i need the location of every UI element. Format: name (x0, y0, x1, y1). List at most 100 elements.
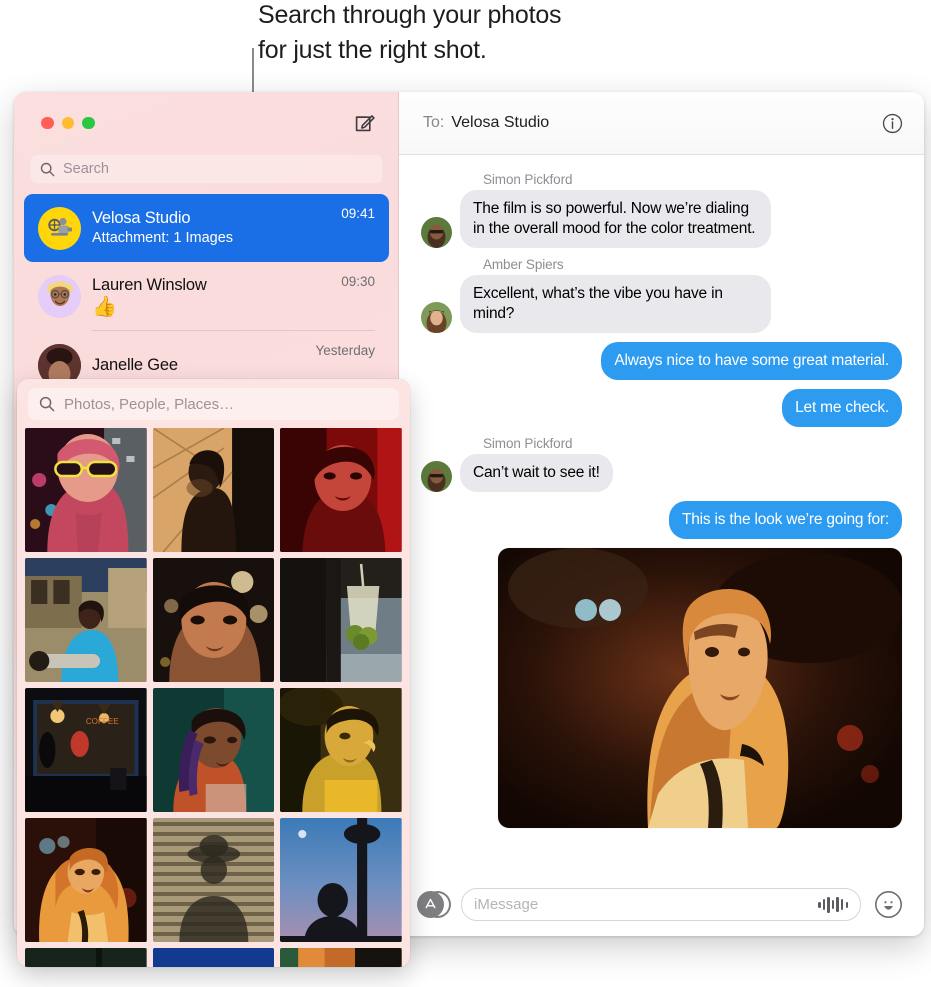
photo-cell[interactable] (152, 428, 275, 552)
message-bubble[interactable]: Can’t wait to see it! (455, 454, 613, 492)
sidebar-search-wrap: Search (14, 154, 399, 184)
avatar (421, 461, 452, 492)
info-circle-icon (882, 113, 902, 133)
callout-caption: Search through your photos for just the … (258, 0, 728, 68)
message-row-outgoing: Let me check. (421, 389, 907, 427)
recipient-name[interactable]: Velosa Studio (451, 114, 549, 132)
message-row-incoming: Excellent, what’s the vibe you have in m… (421, 275, 902, 333)
conversation-row-velosa-studio[interactable]: Velosa Studio Attachment: 1 Images 09:41 (24, 194, 389, 262)
audio-waveform-icon[interactable] (818, 896, 848, 913)
photo-cell[interactable] (25, 948, 147, 967)
message-bubble[interactable]: The film is so powerful. Now we’re diali… (455, 190, 771, 248)
message-row-outgoing: This is the look we’re going for: (421, 501, 908, 539)
silhouette-child-blue-sky (280, 818, 402, 942)
photo-cell[interactable]: COFFEE (25, 688, 147, 812)
photo-results-grid: COFFEE (17, 428, 410, 967)
photo-cell[interactable] (280, 818, 402, 942)
sidebar-toolbar (14, 92, 399, 154)
photo-cell[interactable] (152, 818, 275, 942)
conversation-time: Yesterday (315, 343, 375, 358)
conversation-text: Janelle Gee (92, 355, 304, 375)
conversation-text: Lauren Winslow 👍 (92, 275, 330, 318)
man-red-light-looking-up (280, 428, 402, 552)
message-bubble[interactable]: Excellent, what’s the vibe you have in m… (455, 275, 771, 333)
app-store-icon (417, 890, 444, 918)
woman-braids-green-wall (152, 688, 275, 812)
conversation-details-button[interactable] (880, 111, 904, 135)
conversation-row-lauren-winslow[interactable]: Lauren Winslow 👍 09:30 (24, 262, 389, 330)
conversation-thread: To: Velosa Studio Simon Pickford The fil… (399, 92, 924, 936)
film-projector-emoji (47, 217, 72, 236)
imessage-placeholder: iMessage (474, 896, 539, 913)
message-group: Amber Spiers Excellent, what’s the vibe … (421, 257, 902, 333)
imessage-input[interactable]: iMessage (461, 888, 861, 921)
conversation-list: Velosa Studio Attachment: 1 Images 09:41 (14, 184, 399, 399)
conversation-time: 09:41 (341, 206, 375, 221)
message-bubble[interactable]: This is the look we’re going for: (668, 501, 908, 539)
message-sender: Simon Pickford (483, 436, 573, 451)
message-group: Simon Pickford Can’t wait to see it! (421, 436, 902, 492)
message-bubble[interactable]: Always nice to have some great material. (601, 342, 907, 380)
conversation-name: Lauren Winslow (92, 275, 207, 294)
emoji-picker-button[interactable] (875, 891, 902, 918)
compose-new-message-button[interactable] (352, 110, 378, 136)
avatar (421, 217, 452, 248)
photo-cell[interactable] (280, 688, 402, 812)
screenshot-stage: Search through your photos for just the … (0, 0, 931, 987)
avatar (421, 302, 452, 333)
photo-cell[interactable] (25, 558, 147, 682)
search-magnifier-icon (40, 162, 55, 176)
hand-blue-underwater (152, 948, 275, 967)
zoom-button[interactable] (82, 116, 95, 130)
photo-search-placeholder: Photos, People, Places… (64, 395, 235, 413)
message-row-incoming: Can’t wait to see it! (421, 454, 902, 492)
woman-orange-hood-night (25, 818, 147, 942)
photo-cell[interactable] (152, 558, 275, 682)
search-input[interactable]: Search (30, 154, 383, 184)
search-placeholder: Search (63, 161, 109, 177)
silhouette-woman-amber-wall (152, 428, 275, 552)
avatar (38, 274, 81, 318)
message-row-outgoing: Always nice to have some great material. (421, 342, 907, 380)
conversation-preview: Attachment: 1 Images (92, 230, 234, 246)
man-golden-light-profile (280, 688, 402, 812)
child-green-dark-portrait (25, 948, 147, 967)
to-label: To: (423, 114, 445, 131)
photo-search-input[interactable]: Photos, People, Places… (28, 388, 399, 420)
conversation-name: Janelle Gee (92, 356, 178, 374)
message-row-incoming: The film is so powerful. Now we’re diali… (421, 190, 902, 248)
smiley-face-icon (884, 901, 893, 910)
shadow-hat-figure-blinds (152, 818, 275, 942)
message-attachment-image[interactable] (498, 548, 902, 828)
simon-pickford-avatar (421, 461, 452, 492)
message-sender: Simon Pickford (483, 172, 573, 187)
photo-cell[interactable] (280, 558, 402, 682)
callout-line-1: Search through your photos (258, 1, 562, 29)
photo-cell[interactable] (280, 428, 402, 552)
message-bubble[interactable]: Let me check. (782, 389, 907, 427)
woman-in-orange-light-night-portrait (498, 548, 902, 828)
callout-line-2: for just the right shot. (258, 36, 487, 64)
message-sender: Amber Spiers (483, 257, 564, 272)
close-button[interactable] (41, 116, 54, 130)
photo-cell[interactable] (25, 818, 147, 942)
photo-search-popover: Photos, People, Places… COFFEE (17, 379, 410, 967)
minimize-button[interactable] (61, 116, 74, 130)
cafe-window-night-coffee: COFFEE (25, 688, 147, 812)
thread-header: To: Velosa Studio (399, 92, 924, 155)
woman-orange-eye-closeup (280, 948, 402, 967)
popover-search-wrap: Photos, People, Places… (17, 379, 410, 428)
conversation-name: Velosa Studio (92, 209, 191, 227)
man-blue-shirt-street (25, 558, 147, 682)
photo-cell[interactable] (152, 688, 275, 812)
compose-square-pencil-icon (355, 115, 375, 132)
photo-cell[interactable] (280, 948, 402, 967)
attachment-row (421, 548, 902, 828)
imessage-apps-button[interactable] (417, 890, 451, 919)
photo-cell[interactable] (152, 948, 275, 967)
message-group: Simon Pickford The film is so powerful. … (421, 172, 902, 248)
photo-cell[interactable] (25, 428, 147, 552)
conversation-preview: 👍 (92, 295, 117, 318)
window-traffic-lights[interactable] (28, 116, 95, 130)
conversation-time: 09:30 (341, 274, 375, 289)
